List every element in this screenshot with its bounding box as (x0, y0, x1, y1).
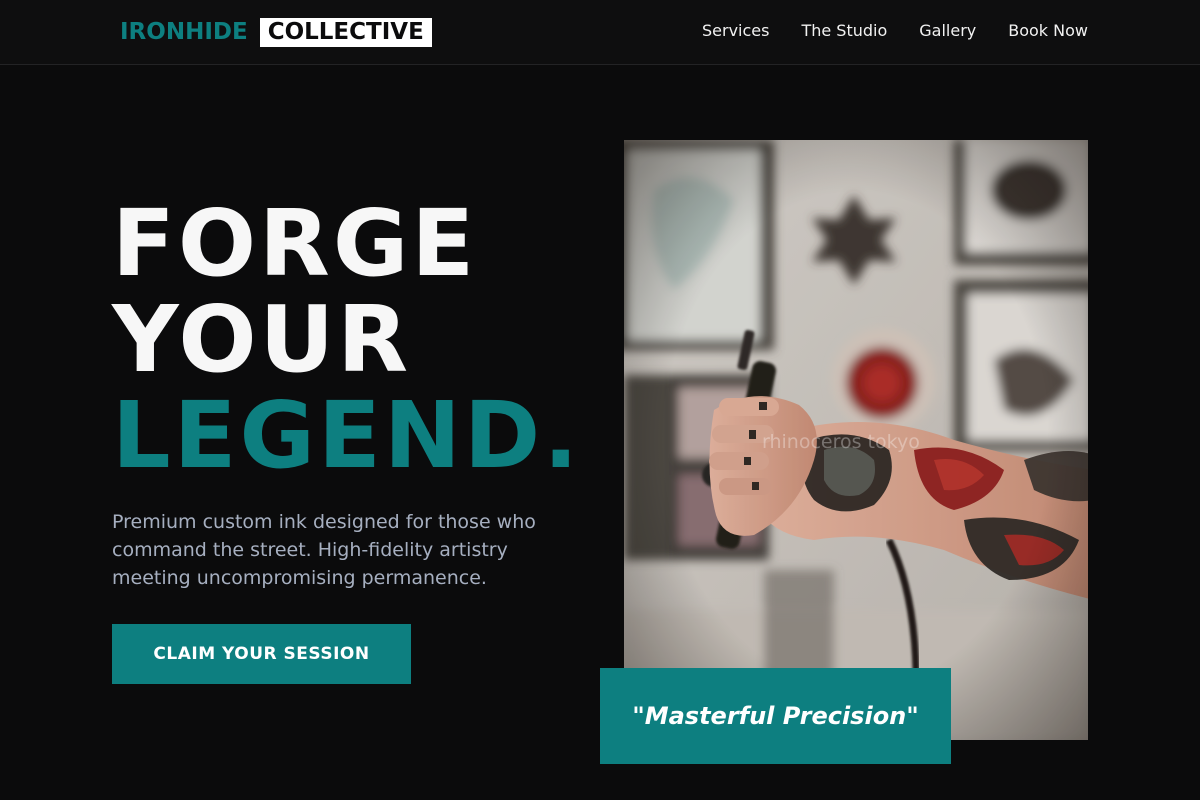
top-navigation-bar: IRONHIDE COLLECTIVE Services The Studio … (0, 0, 1200, 65)
quote-text: "Masterful Precision" (632, 702, 919, 730)
tattoo-artist-illustration: rhinoceros tokyo (624, 140, 1088, 740)
feature-image-tattooed-arm: rhinoceros tokyo (624, 140, 1088, 740)
brand-logo[interactable]: IRONHIDE COLLECTIVE (120, 17, 432, 47)
image-watermark: rhinoceros tokyo (762, 431, 920, 453)
nav-link-the-studio[interactable]: The Studio (801, 21, 887, 40)
nav-link-services[interactable]: Services (702, 21, 769, 40)
main-nav: Services The Studio Gallery Book Now (702, 19, 1088, 41)
hero-headline-line-1: FORGE (112, 190, 478, 297)
claim-session-button[interactable]: CLAIM YOUR SESSION (112, 624, 411, 684)
brand-name-secondary: COLLECTIVE (259, 17, 432, 47)
hero-headline: FORGE YOUR LEGEND. (112, 196, 581, 484)
hero-description: Premium custom ink designed for those wh… (112, 511, 536, 589)
nav-link-book-now[interactable]: Book Now (1008, 21, 1088, 40)
hero-headline-line-3: LEGEND. (112, 382, 582, 489)
brand-name-primary: IRONHIDE (120, 19, 248, 45)
hero-headline-line-2: YOUR (112, 286, 412, 393)
nav-link-gallery[interactable]: Gallery (919, 21, 976, 40)
quote-badge: "Masterful Precision" (600, 668, 951, 764)
